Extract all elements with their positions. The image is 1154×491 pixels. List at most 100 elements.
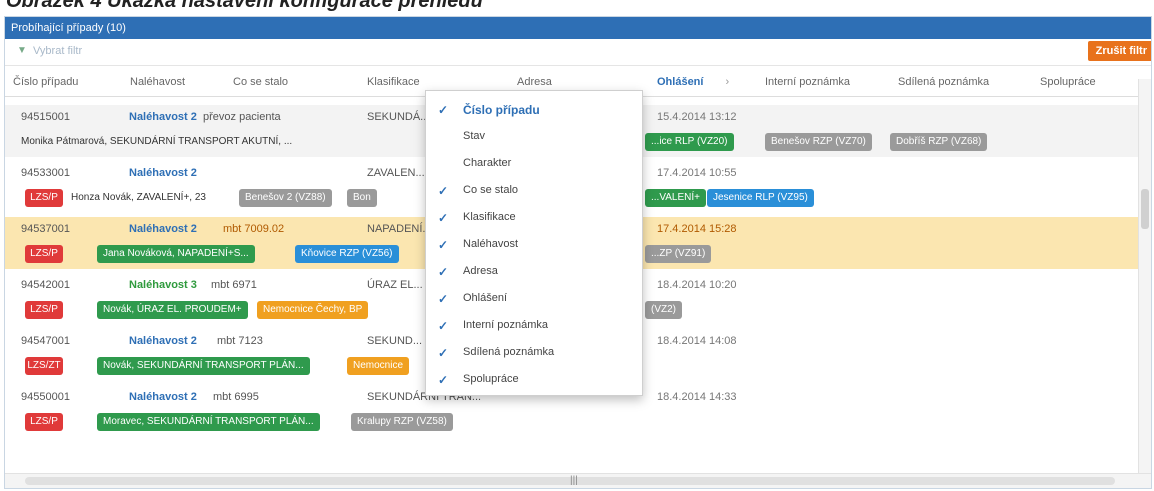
panel-title: Probíhající případy (10) xyxy=(5,17,1151,39)
what-happened: mbt 6971 xyxy=(211,279,257,291)
unit-badge[interactable]: Bon xyxy=(347,189,377,207)
menu-item-label: Číslo případu xyxy=(463,103,540,117)
check-icon: ✓ xyxy=(438,184,449,198)
menu-item-reported[interactable]: ✓ Ohlášení xyxy=(426,286,642,312)
menu-item-case-number[interactable]: ✓ Číslo případu xyxy=(426,97,642,123)
reported-time: 17.4.2014 10:55 xyxy=(657,167,737,179)
column-header-address[interactable]: Adresa xyxy=(517,76,552,88)
column-header-urgency[interactable]: Naléhavost xyxy=(130,76,185,88)
horizontal-scrollbar[interactable]: ||| xyxy=(5,473,1151,488)
urgency: Naléhavost 2 xyxy=(129,167,197,179)
column-config-menu: ✓ Číslo případu Stav Charakter ✓ Co se s… xyxy=(425,90,643,396)
column-header-classification[interactable]: Klasifikace xyxy=(367,76,420,88)
lzs-badge[interactable]: LZS/P xyxy=(25,189,63,207)
check-icon: ✓ xyxy=(438,211,449,225)
unit-badge[interactable]: Dobříš RZP (VZ68) xyxy=(890,133,988,151)
case-summary: Monika Pátmarová, SEKUNDÁRNÍ TRANSPORT A… xyxy=(21,136,293,147)
menu-item-label: Adresa xyxy=(463,265,498,277)
case-number: 94537001 xyxy=(21,223,70,235)
urgency: Naléhavost 2 xyxy=(129,111,197,123)
urgency: Naléhavost 3 xyxy=(129,279,197,291)
menu-item-label: Sdílená poznámka xyxy=(463,346,555,358)
classification: SEKUND... xyxy=(367,335,423,347)
lzs-badge[interactable]: LZS/P xyxy=(25,413,63,431)
column-header-what-happened[interactable]: Co se stalo xyxy=(233,76,288,88)
urgency: Naléhavost 2 xyxy=(129,335,197,347)
chevron-down-icon[interactable]: ▼ xyxy=(17,45,27,56)
case-summary: Honza Novák, ZAVALENÍ+, 23 xyxy=(71,192,206,203)
column-header-shared-note[interactable]: Sdílená poznámka xyxy=(898,76,989,88)
menu-item-label: Spolupráce xyxy=(463,373,519,385)
menu-item-urgency[interactable]: ✓ Naléhavost xyxy=(426,232,642,258)
menu-item-label: Interní poznámka xyxy=(463,319,548,331)
what-happened: mbt 6995 xyxy=(213,391,259,403)
menu-item-label: Klasifikace xyxy=(463,211,516,223)
menu-item-label: Ohlášení xyxy=(463,292,508,304)
case-number: 94533001 xyxy=(21,167,70,179)
unit-badge[interactable]: Nemocnice xyxy=(347,357,410,375)
lzs-badge[interactable]: LZS/ZT xyxy=(25,357,63,375)
case-number: 94515001 xyxy=(21,111,70,123)
classification: ÚRAZ EL... xyxy=(367,279,423,291)
classification: NAPADENÍ... xyxy=(367,223,432,235)
unit-badge[interactable]: ...VALENÍ+ xyxy=(645,189,707,207)
menu-item-label: Stav xyxy=(463,130,486,142)
sort-icon[interactable]: › xyxy=(725,76,729,88)
unit-badge[interactable]: Benešov 2 (VZ88) xyxy=(239,189,332,207)
check-icon: ✓ xyxy=(438,265,449,279)
menu-item-classification[interactable]: ✓ Klasifikace xyxy=(426,205,642,231)
unit-badge[interactable]: ...ZP (VZ91) xyxy=(645,245,712,263)
check-icon: ✓ xyxy=(438,292,449,306)
column-header-case-number[interactable]: Číslo případu xyxy=(13,76,78,88)
menu-item-state[interactable]: Stav xyxy=(426,124,642,150)
reported-time: 18.4.2014 10:20 xyxy=(657,279,737,291)
reported-time: 15.4.2014 13:12 xyxy=(657,111,737,123)
reported-time: 18.4.2014 14:08 xyxy=(657,335,737,347)
column-header-reported[interactable]: Ohlášení › xyxy=(657,76,729,88)
what-happened: mbt 7009.02 xyxy=(223,223,285,235)
case-summary: Novák, ÚRAZ EL. PROUDEM+ xyxy=(97,301,248,319)
menu-item-address[interactable]: ✓ Adresa xyxy=(426,259,642,285)
column-header-cooperation[interactable]: Spolupráce xyxy=(1040,76,1096,88)
unit-badge[interactable]: Jesenice RLP (VZ95) xyxy=(707,189,814,207)
urgency: Naléhavost 2 xyxy=(129,223,197,235)
menu-item-label: Co se stalo xyxy=(463,184,519,196)
unit-badge[interactable]: ...ice RLP (VZ20) xyxy=(645,133,734,151)
check-icon: ✓ xyxy=(438,238,449,252)
what-happened: mbt 7123 xyxy=(217,335,263,347)
menu-item-character[interactable]: Charakter xyxy=(426,151,642,177)
menu-item-cooperation[interactable]: ✓ Spolupráce xyxy=(426,367,642,393)
scrollbar-thumb[interactable] xyxy=(1141,189,1149,229)
lzs-badge[interactable]: LZS/P xyxy=(25,301,63,319)
check-icon: ✓ xyxy=(438,103,449,117)
menu-item-label: Charakter xyxy=(463,157,512,169)
menu-item-what-happened[interactable]: ✓ Co se stalo xyxy=(426,178,642,204)
case-summary: Moravec, SEKUNDÁRNÍ TRANSPORT PLÁN... xyxy=(97,413,320,431)
unit-badge[interactable]: (VZ2) xyxy=(645,301,682,319)
vertical-scrollbar[interactable] xyxy=(1138,79,1151,475)
unit-badge[interactable]: Benešov RZP (VZ70) xyxy=(765,133,872,151)
what-happened: převoz pacienta xyxy=(203,111,281,123)
unit-badge[interactable]: Kralupy RZP (VZ58) xyxy=(351,413,453,431)
filter-select[interactable]: Vybrat filtr xyxy=(33,45,82,57)
unit-badge[interactable]: Kňovice RZP (VZ56) xyxy=(295,245,399,263)
lzs-badge[interactable]: LZS/P xyxy=(25,245,63,263)
cancel-filter-button[interactable]: Zrušit filtr xyxy=(1087,41,1151,61)
check-icon: ✓ xyxy=(438,373,449,387)
check-icon: ✓ xyxy=(438,346,449,360)
check-icon: ✓ xyxy=(438,319,449,333)
grip-icon: ||| xyxy=(570,475,578,486)
reported-time: 18.4.2014 14:33 xyxy=(657,391,737,403)
column-header-internal-note[interactable]: Interní poznámka xyxy=(765,76,850,88)
case-number: 94550001 xyxy=(21,391,70,403)
reported-time: 17.4.2014 15:28 xyxy=(657,223,737,235)
classification: ZAVALEN... xyxy=(367,167,425,179)
menu-item-label: Naléhavost xyxy=(463,238,519,250)
case-summary: Novák, SEKUNDÁRNÍ TRANSPORT PLÁN... xyxy=(97,357,310,375)
menu-item-shared-note[interactable]: ✓ Sdílená poznámka xyxy=(426,340,642,366)
unit-badge[interactable]: Nemocnice Čechy, BP xyxy=(257,301,369,319)
classification: SEKUNDÁ... xyxy=(367,111,430,123)
case-number: 94547001 xyxy=(21,335,70,347)
column-header-reported-label: Ohlášení xyxy=(657,76,704,88)
menu-item-internal-note[interactable]: ✓ Interní poznámka xyxy=(426,313,642,339)
